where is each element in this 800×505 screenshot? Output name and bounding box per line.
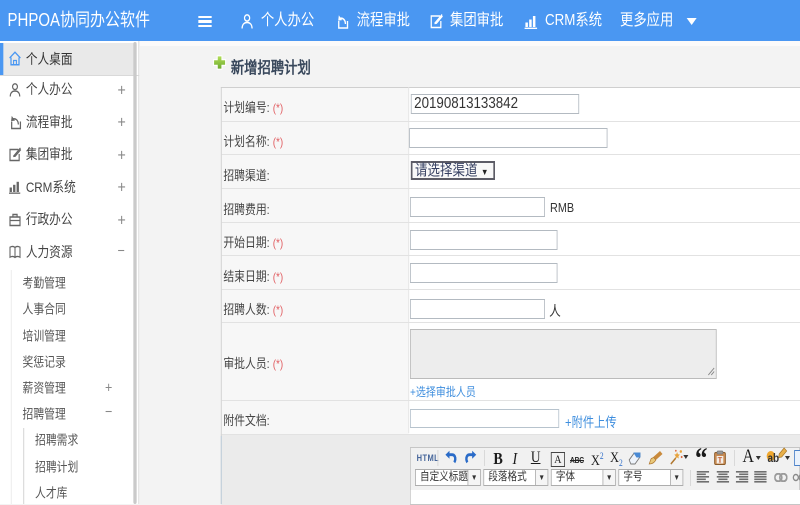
- svg-text:T: T: [718, 455, 723, 465]
